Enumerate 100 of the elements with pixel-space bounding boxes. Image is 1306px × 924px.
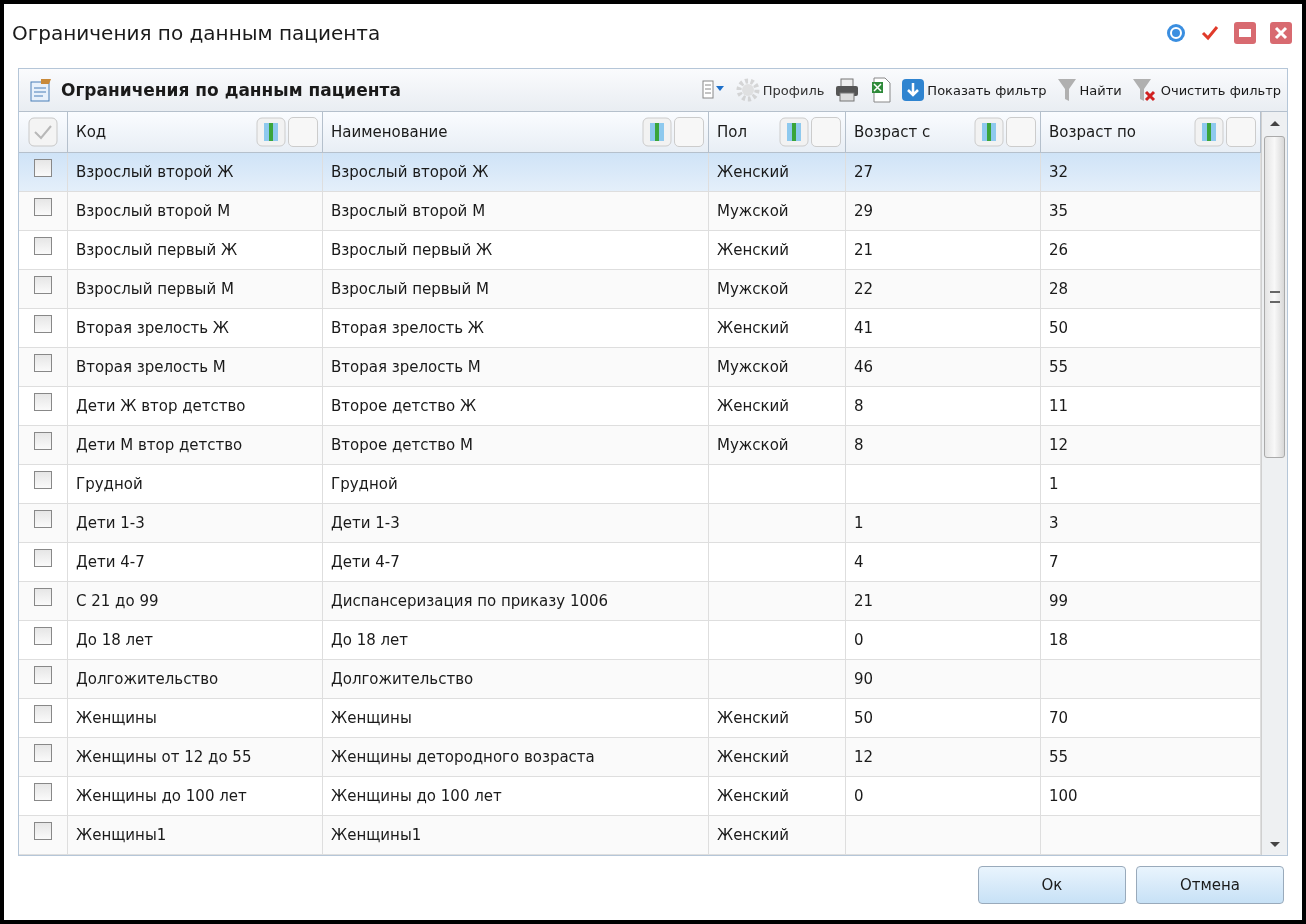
column-header[interactable]: Код [76,123,107,141]
maximize-icon[interactable] [1234,22,1256,44]
table-cell: Женщины от 12 до 55 [76,748,252,766]
printer-icon [834,78,861,102]
table-row[interactable]: Взрослый первый Ж Взрослый первый Ж Женский 21 26 [19,231,1261,270]
column-settings-icon[interactable] [256,117,286,147]
scrollbar-thumb[interactable] [1264,136,1285,458]
row-checkbox[interactable] [34,432,52,450]
table-cell: Второе детство Ж [331,397,477,415]
table-cell: 12 [1049,436,1069,454]
row-checkbox[interactable] [34,354,52,372]
window-title: Ограничения по данным пациента [12,21,381,45]
row-checkbox[interactable] [34,783,52,801]
table-row[interactable]: Взрослый первый М Взрослый первый М Мужской 22 28 [19,270,1261,309]
table-cell: Взрослый второй Ж [76,163,234,181]
column-header[interactable]: Возраст по [1049,123,1136,141]
list-dropdown-icon [701,80,726,100]
table-cell: Мужской [717,280,789,298]
toolbar-button[interactable] [701,80,726,100]
table-row[interactable]: Взрослый второй Ж Взрослый второй Ж Женский 27 32 [19,153,1261,192]
dialog-button[interactable]: Ок [978,866,1126,904]
table-cell: Женский [717,397,789,415]
table-cell: Дети 1-3 [76,514,145,532]
table-cell: 12 [854,748,874,766]
table-cell: 4 [854,553,864,571]
row-checkbox[interactable] [34,198,52,216]
table-cell: До 18 лет [331,631,409,649]
close-icon[interactable] [1270,22,1292,44]
table-row[interactable]: Дети Ж втор детство Второе детство Ж Женский 8 11 [19,387,1261,426]
table-cell: Дети 4-7 [331,553,400,571]
table-cell: 70 [1049,709,1069,727]
row-checkbox[interactable] [34,393,52,411]
table-cell: Взрослый первый Ж [331,241,493,259]
row-checkbox[interactable] [34,588,52,606]
toolbar-button[interactable]: Очистить фильтр [1131,77,1281,103]
row-checkbox[interactable] [34,705,52,723]
row-checkbox[interactable] [34,744,52,762]
table-cell: Женщины [331,709,412,727]
toolbar-button[interactable] [834,78,861,102]
column-settings-icon[interactable] [779,117,809,147]
row-checkbox[interactable] [34,627,52,645]
table-cell: 0 [854,631,864,649]
row-checkbox[interactable] [34,315,52,333]
table-row[interactable]: Женщины от 12 до 55 Женщины детородного возраста Женский 12 55 [19,738,1261,777]
table-row[interactable]: Женщины Женщины Женский 50 70 [19,699,1261,738]
table-row[interactable]: Вторая зрелость Ж Вторая зрелость Ж Женский 41 50 [19,309,1261,348]
table-cell: 8 [854,397,864,415]
column-settings-icon[interactable] [974,117,1004,147]
row-checkbox[interactable] [34,159,52,177]
row-checkbox[interactable] [34,276,52,294]
table-cell: 21 [854,592,874,610]
row-checkbox[interactable] [34,666,52,684]
table-row[interactable]: С 21 до 99 Диспансеризация по приказу 1006 21 99 [19,582,1261,621]
table-row[interactable]: Дети 1-3 Дети 1-3 1 3 [19,504,1261,543]
table-cell: Женский [717,748,789,766]
table-cell: Второе детство М [331,436,473,454]
table-cell: 55 [1049,748,1069,766]
table-cell: Женщины до 100 лет [331,787,502,805]
column-header[interactable]: Наименование [331,123,448,141]
table-row[interactable]: Дети 4-7 Дети 4-7 4 7 [19,543,1261,582]
table-cell: 32 [1049,163,1069,181]
table-row[interactable]: Долгожительство Долгожительство 90 [19,660,1261,699]
help-icon[interactable] [1166,23,1186,43]
table-cell: 1 [1049,475,1059,493]
table-cell: Взрослый второй М [76,202,231,220]
column-header[interactable]: Возраст с [854,123,931,141]
gear-icon [735,78,760,102]
table-cell: С 21 до 99 [76,592,159,610]
table-cell: Вторая зрелость Ж [76,319,229,337]
table-cell: Взрослый первый Ж [76,241,238,259]
toolbar-button[interactable] [870,77,893,103]
table-row[interactable]: Взрослый второй М Взрослый второй М Мужской 29 35 [19,192,1261,231]
checkmark-icon[interactable] [1200,23,1220,43]
table-row[interactable]: До 18 лет До 18 лет 0 18 [19,621,1261,660]
table-cell: 27 [854,163,874,181]
row-checkbox[interactable] [34,237,52,255]
column-header[interactable]: Пол [717,123,748,141]
table-row[interactable]: Женщины1 Женщины1 Женский [19,816,1261,855]
panel-title: Ограничения по данным пациента [61,80,401,100]
toolbar-button[interactable]: Найти [1056,77,1122,103]
dialog-button[interactable]: Отмена [1136,866,1284,904]
column-settings-icon[interactable] [1194,117,1224,147]
toolbar-button[interactable]: Показать фильтр [902,79,1047,101]
table-cell: 7 [1049,553,1059,571]
table-cell: 29 [854,202,874,220]
table-cell: 99 [1049,592,1069,610]
row-checkbox[interactable] [34,471,52,489]
row-checkbox[interactable] [34,549,52,567]
table-row[interactable]: Женщины до 100 лет Женщины до 100 лет Женский 0 100 [19,777,1261,816]
row-checkbox[interactable] [34,822,52,840]
scrollbar[interactable] [1261,112,1287,855]
table-cell: Взрослый второй Ж [331,163,489,181]
table-cell: Женщины до 100 лет [76,787,247,805]
table-row[interactable]: Грудной Грудной 1 [19,465,1261,504]
column-settings-icon[interactable] [642,117,672,147]
table-row[interactable]: Вторая зрелость М Вторая зрелость М Мужской 46 55 [19,348,1261,387]
funnel-icon [1056,77,1077,103]
table-row[interactable]: Дети М втор детство Второе детство М Мужской 8 12 [19,426,1261,465]
row-checkbox[interactable] [34,510,52,528]
select-all-checkbox[interactable] [28,117,58,147]
